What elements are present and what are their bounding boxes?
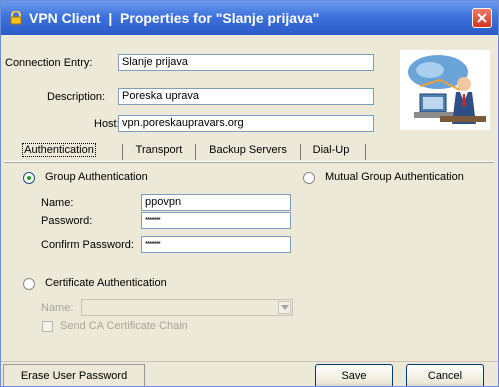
tab-divider [365,144,366,160]
group-name-label: Name: [41,197,74,209]
send-ca-chain-checkbox[interactable] [42,321,53,332]
certificate-name-label: Name: [41,302,74,314]
tab-dial-up[interactable]: Dial-Up [301,141,361,161]
certificate-authentication-label: Certificate Authentication [45,277,167,289]
tab-transport-label: Transport [135,144,183,156]
mutual-authentication-radio[interactable] [303,172,315,184]
tab-dial-up-label: Dial-Up [312,144,350,156]
connection-entry-label: Connection Entry: [5,57,93,69]
group-authentication-radio[interactable] [23,172,35,184]
group-authentication-label: Group Authentication [45,171,148,183]
vpn-properties-window: VPN Client | Properties for "Slanje prij… [0,0,499,387]
connection-entry-field[interactable]: Slanje prijava [118,54,374,71]
tab-transport[interactable]: Transport [123,141,195,161]
title-bar[interactable]: VPN Client | Properties for "Slanje prij… [1,1,498,35]
tab-authentication-label: Authentication [22,143,96,157]
description-field[interactable]: Poreska uprava [118,88,374,105]
certificate-authentication-radio[interactable] [23,278,35,290]
cancel-button[interactable]: Cancel [406,364,484,386]
chevron-down-icon [281,305,289,310]
close-button[interactable] [472,8,492,28]
confirm-password-field[interactable]: ******* [141,236,291,253]
certificate-name-dropdown[interactable] [81,299,293,316]
password-label: Password: [41,215,93,227]
group-name-field[interactable]: ppovpn [141,194,291,211]
vpn-lock-icon [10,11,22,25]
send-ca-chain-label: Send CA Certificate Chain [60,320,188,332]
tab-strip: Authentication Transport Backup Servers … [5,141,495,161]
description-label: Description: [47,91,106,103]
window-title: VPN Client | Properties for "Slanje prij… [29,10,320,26]
dropdown-arrow[interactable] [278,301,291,314]
erase-user-password-button[interactable]: Erase User Password [3,364,145,386]
host-field[interactable]: vpn.poreskaupravars.org [118,115,374,132]
tab-backup-servers-label: Backup Servers [209,144,287,156]
vpn-illustration-icon [400,50,490,130]
close-icon [477,13,487,23]
mutual-authentication-label: Mutual Group Authentication [325,171,464,183]
save-button[interactable]: Save [315,364,393,386]
tab-authentication[interactable]: Authentication [5,141,113,161]
password-field[interactable]: ******* [141,212,291,229]
confirm-password-label: Confirm Password: [41,239,134,251]
host-label: Host: [94,118,120,130]
tab-backup-servers[interactable]: Backup Servers [196,141,300,161]
divider [1,361,498,362]
